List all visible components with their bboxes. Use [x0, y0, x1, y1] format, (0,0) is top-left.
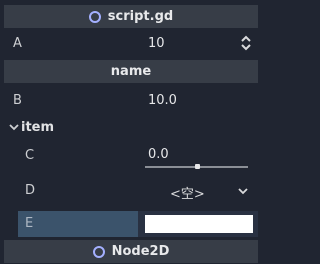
- property-label-a: A: [13, 35, 22, 51]
- node2d-section-header[interactable]: Node2D: [4, 240, 258, 263]
- property-row-d: D: [4, 176, 258, 204]
- property-value-c[interactable]: 0.0: [148, 147, 169, 162]
- name-section-header[interactable]: name: [4, 60, 258, 83]
- dropdown-value-d[interactable]: <空>: [170, 183, 205, 202]
- script-section-title: script.gd: [107, 9, 174, 24]
- property-value-b[interactable]: 10.0: [148, 93, 177, 108]
- property-value-a[interactable]: 10: [148, 36, 165, 51]
- script-section-header[interactable]: script.gd: [4, 5, 258, 28]
- slider-handle[interactable]: [194, 164, 200, 169]
- property-label-d: D: [25, 182, 36, 198]
- script-circle-icon: [88, 10, 101, 23]
- property-row-e-highlight: [18, 211, 138, 237]
- up-down-spinner-icon[interactable]: [240, 35, 252, 51]
- property-label-c: C: [25, 147, 35, 163]
- name-section-title: name: [110, 64, 152, 79]
- property-row-c: C 0.0: [4, 141, 258, 169]
- node2d-circle-icon: [92, 245, 105, 258]
- node2d-section-title: Node2D: [111, 244, 170, 259]
- color-picker-swatch[interactable]: [145, 215, 253, 233]
- item-group-header[interactable]: item: [4, 115, 258, 139]
- property-row-a: A 10: [4, 29, 258, 57]
- item-group-label: item: [21, 119, 55, 135]
- property-label-b: B: [13, 92, 22, 108]
- chevron-down-icon: [9, 124, 19, 131]
- property-label-e: E: [25, 216, 34, 231]
- property-row-b: B 10.0: [4, 86, 258, 114]
- dropdown-chevron-down-icon[interactable]: [238, 186, 248, 196]
